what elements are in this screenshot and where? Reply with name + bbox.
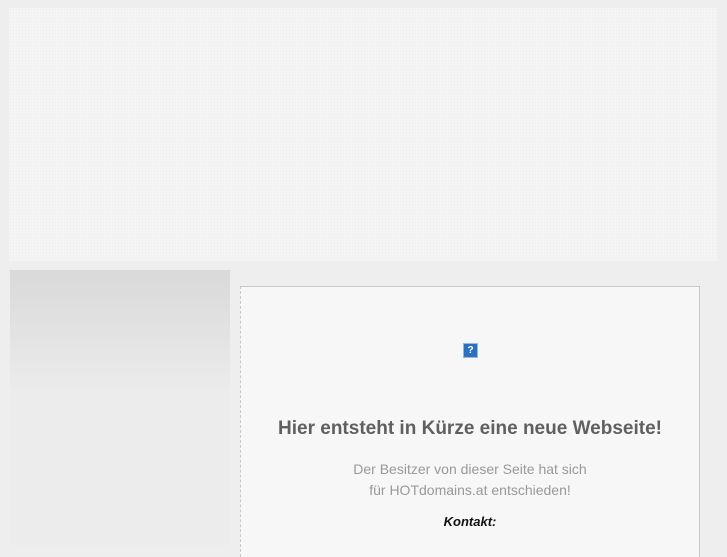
page-headline: Hier entsteht in Kürze eine neue Webseit…: [278, 418, 662, 439]
contact-label: Kontakt:: [443, 514, 497, 529]
owner-message-line1: Der Besitzer von dieser Seite hat sich: [353, 461, 587, 477]
header-banner: [9, 8, 717, 261]
sidebar: [10, 270, 230, 545]
owner-message-line2: für HOTdomains.at entschieden!: [369, 482, 571, 498]
content-box: ? Hier entsteht in Kürze eine neue Webse…: [240, 286, 700, 557]
broken-image-icon: ?: [463, 343, 478, 358]
owner-message: Der Besitzer von dieser Seite hat sich f…: [241, 459, 699, 501]
